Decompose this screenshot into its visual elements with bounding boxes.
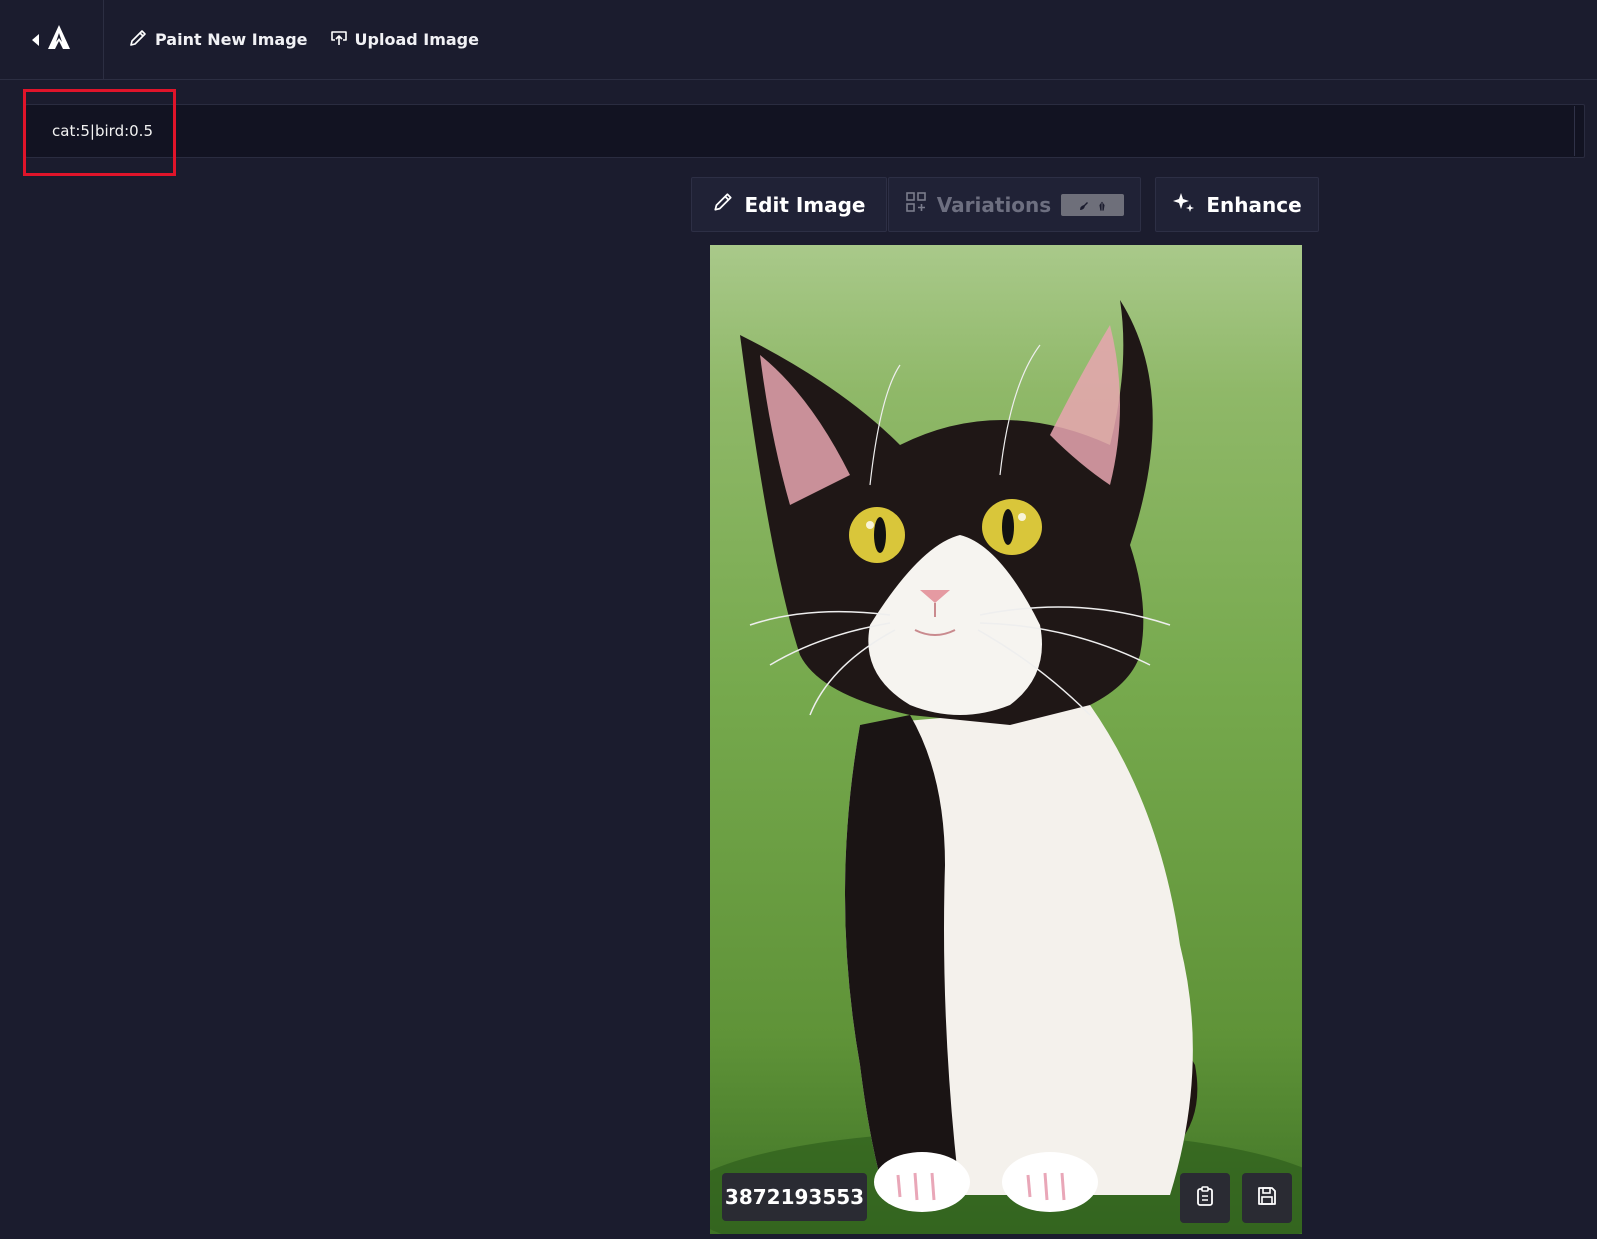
- enhance-button[interactable]: Enhance: [1155, 177, 1319, 232]
- copy-button[interactable]: [1180, 1173, 1230, 1223]
- enhance-label: Enhance: [1206, 192, 1302, 217]
- save-icon: [1256, 1185, 1278, 1211]
- upload-icon: [330, 29, 348, 51]
- generated-image[interactable]: 3872193553: [710, 245, 1302, 1234]
- upload-image-button[interactable]: Upload Image: [330, 29, 479, 51]
- logo-icon[interactable]: [47, 24, 71, 56]
- pencil-icon: [712, 191, 734, 218]
- leaf-icon: [1096, 193, 1108, 217]
- cat-illustration: [710, 300, 1302, 1234]
- variations-label: Variations: [936, 192, 1052, 217]
- variations-badge: [1061, 193, 1125, 217]
- brand-area: [0, 0, 104, 79]
- pencil-icon: [128, 28, 148, 52]
- prompt-input[interactable]: [26, 105, 1584, 157]
- save-button[interactable]: [1242, 1173, 1292, 1223]
- upload-image-label: Upload Image: [354, 30, 479, 49]
- edit-image-label: Edit Image: [744, 192, 866, 217]
- sparkle-icon: [1172, 190, 1196, 219]
- seed-value: 3872193553: [724, 1185, 865, 1209]
- clipboard-icon: [1194, 1185, 1216, 1211]
- brush-icon: [1078, 193, 1090, 217]
- prompt-bar: [25, 104, 1585, 158]
- prompt-scrollbar[interactable]: [1574, 106, 1583, 156]
- paint-new-image-label: Paint New Image: [155, 30, 308, 49]
- paint-new-image-button[interactable]: Paint New Image: [128, 28, 308, 52]
- caret-left-icon[interactable]: [32, 33, 39, 46]
- edit-image-button[interactable]: Edit Image: [691, 177, 887, 232]
- grid-plus-icon: [905, 191, 927, 218]
- top-bar: Paint New Image Upload Image: [0, 0, 1597, 80]
- variations-button[interactable]: Variations: [888, 177, 1141, 232]
- seed-chip[interactable]: 3872193553: [722, 1173, 867, 1221]
